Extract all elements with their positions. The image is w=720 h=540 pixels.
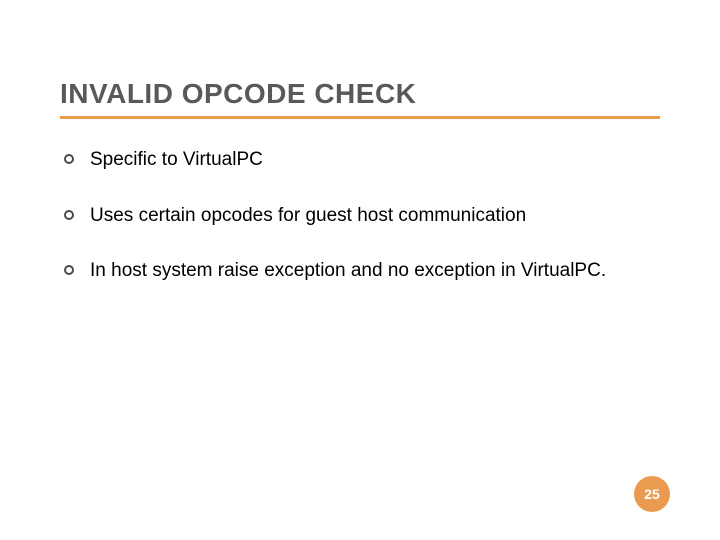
page-number: 25 [644, 486, 660, 502]
bullet-icon [64, 210, 74, 220]
list-item: Specific to VirtualPC [64, 147, 660, 173]
bullet-text: Uses certain opcodes for guest host comm… [90, 203, 660, 229]
list-item: In host system raise exception and no ex… [64, 258, 660, 284]
bullet-text: Specific to VirtualPC [90, 147, 660, 173]
accent-divider [60, 116, 660, 119]
list-item: Uses certain opcodes for guest host comm… [64, 203, 660, 229]
page-number-badge: 25 [634, 476, 670, 512]
bullet-list: Specific to VirtualPC Uses certain opcod… [60, 147, 660, 284]
bullet-icon [64, 265, 74, 275]
slide: INVALID OPCODE CHECK Specific to Virtual… [0, 0, 720, 540]
slide-title: INVALID OPCODE CHECK [60, 78, 660, 110]
bullet-icon [64, 154, 74, 164]
bullet-text: In host system raise exception and no ex… [90, 258, 660, 284]
